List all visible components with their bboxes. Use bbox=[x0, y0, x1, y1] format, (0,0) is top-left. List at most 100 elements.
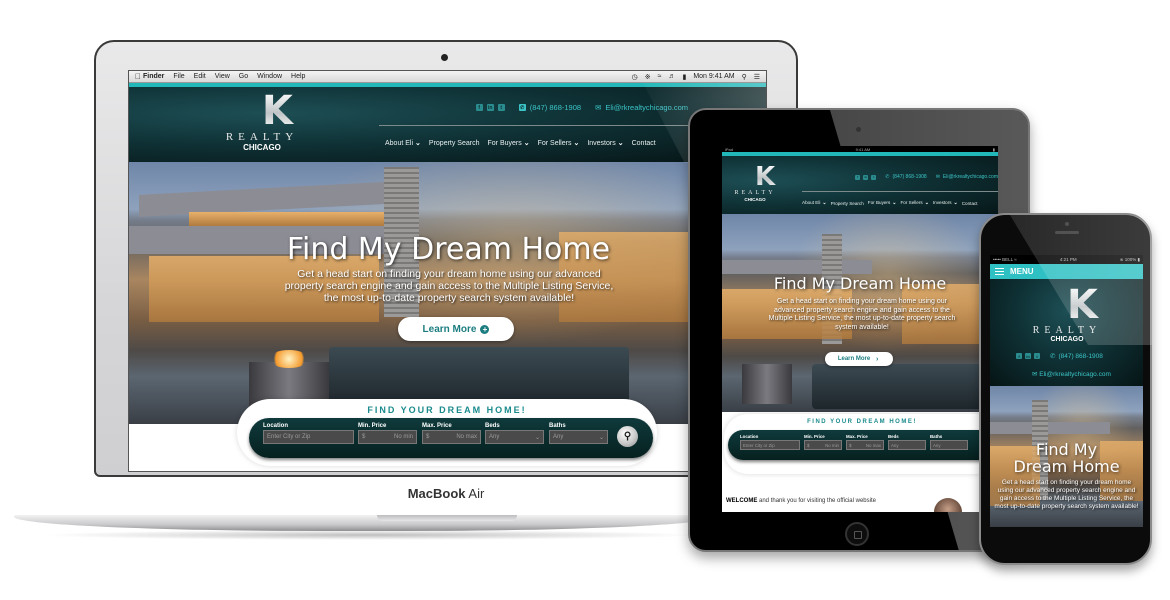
logo-monogram: RK bbox=[225, 91, 299, 131]
time-machine-icon[interactable]: ◷ bbox=[632, 73, 638, 81]
max-price-input[interactable]: $ No max bbox=[846, 440, 884, 450]
beds-select[interactable]: Any ⌄ bbox=[485, 430, 544, 444]
max-price-input[interactable]: $ No max bbox=[422, 430, 481, 444]
nav-for-buyers[interactable]: For Buyers ⌄ bbox=[868, 200, 897, 206]
mac-menubar:  Finder File Edit View Go Window Help ◷… bbox=[129, 71, 766, 83]
header-phone-link[interactable]: (847) 868-1908 bbox=[893, 174, 927, 180]
menubar-window[interactable]: Window bbox=[257, 73, 282, 80]
header-email-link[interactable]: Eli@rkrealtychicago.com bbox=[1039, 371, 1111, 378]
location-input[interactable]: Enter City or Zip bbox=[740, 440, 800, 450]
site-logo[interactable]: RK REALTY CHICAGO bbox=[1028, 285, 1106, 344]
apple-menu-icon[interactable]:  bbox=[135, 72, 143, 81]
hero-banner: Find My Dream Home Get a head start on f… bbox=[722, 214, 998, 412]
logo-city-text: CHICAGO bbox=[1050, 336, 1084, 343]
phone-screen: ••••• BELL ≈ 4:21 PM ※ 100% ▮ MENU RK RE… bbox=[990, 255, 1143, 527]
tablet-home-button[interactable] bbox=[845, 522, 869, 546]
baths-field: Baths Any ⌄ bbox=[549, 423, 608, 444]
baths-select[interactable]: Any ⌄ bbox=[549, 430, 608, 444]
site-logo[interactable]: RK REALTY CHICAGO bbox=[225, 91, 299, 152]
learn-more-button[interactable]: Learn More + bbox=[398, 317, 514, 341]
location-input[interactable]: Enter City or Zip bbox=[263, 430, 354, 444]
menubar-view[interactable]: View bbox=[215, 73, 230, 80]
twitter-icon[interactable]: t bbox=[1034, 353, 1040, 359]
facebook-icon[interactable]: f bbox=[1016, 353, 1022, 359]
hero-subtitle: Get a head start on finding your dream h… bbox=[284, 268, 614, 304]
bluetooth-icon[interactable]: ※ bbox=[645, 73, 651, 81]
welcome-text: WELCOME and thank you for visiting the o… bbox=[726, 498, 876, 504]
hero-image-pool bbox=[329, 347, 629, 407]
nav-contact[interactable]: Contact bbox=[632, 140, 656, 147]
spotlight-search-icon[interactable]: ⚲ bbox=[742, 73, 747, 81]
mobile-menu-button[interactable]: MENU bbox=[990, 264, 1143, 279]
search-form: Location Enter City or Zip Min. Price $ N… bbox=[249, 418, 653, 458]
search-widget-title: FIND YOUR DREAM HOME! bbox=[367, 405, 527, 415]
chevron-down-icon: ⌄ bbox=[523, 140, 530, 147]
menubar-help[interactable]: Help bbox=[291, 73, 305, 80]
notification-center-icon[interactable]: ☰ bbox=[754, 73, 760, 81]
menubar-clock[interactable]: Mon 9:41 AM bbox=[693, 73, 734, 80]
phone-carrier: ••••• BELL ≈ bbox=[993, 257, 1017, 262]
twitter-icon[interactable]: t bbox=[871, 174, 877, 180]
menubar-app-name[interactable]: Finder bbox=[143, 73, 164, 80]
nav-contact[interactable]: Contact bbox=[962, 201, 978, 206]
baths-select[interactable]: Any bbox=[930, 440, 968, 450]
menubar-edit[interactable]: Edit bbox=[194, 73, 206, 80]
laptop-camera bbox=[441, 54, 448, 61]
hero-image-roof bbox=[990, 422, 1110, 434]
twitter-icon[interactable]: t bbox=[497, 104, 505, 111]
nav-investors[interactable]: Investors ⌄ bbox=[587, 139, 623, 147]
search-button[interactable]: ⚲ bbox=[617, 426, 638, 447]
header-phone-link[interactable]: (847) 868-1908 bbox=[530, 103, 581, 112]
nav-property-search[interactable]: Property Search bbox=[831, 201, 864, 206]
volume-icon[interactable]: ♬ bbox=[668, 73, 675, 80]
nav-about-eli[interactable]: About Eli ⌄ bbox=[802, 200, 827, 206]
linkedin-icon[interactable]: in bbox=[863, 174, 869, 180]
menubar-go[interactable]: Go bbox=[239, 73, 248, 80]
nav-about-eli[interactable]: About Eli ⌄ bbox=[385, 139, 421, 147]
max-price-field: Max. Price $ No max bbox=[846, 434, 884, 450]
linkedin-icon[interactable]: in bbox=[1025, 353, 1031, 359]
facebook-icon[interactable]: f bbox=[475, 104, 483, 111]
hero-title: Find My Dream Home bbox=[286, 232, 611, 267]
phone-status-bar: ••••• BELL ≈ 4:21 PM ※ 100% ▮ bbox=[990, 255, 1143, 264]
beds-select[interactable]: Any bbox=[888, 440, 926, 450]
nav-property-search[interactable]: Property Search bbox=[429, 140, 480, 147]
linkedin-icon[interactable]: in bbox=[486, 104, 494, 111]
hero-banner: Find My Dream Home Get a head start on fi… bbox=[990, 386, 1143, 527]
hero-title: Find My Dream Home bbox=[1013, 440, 1120, 476]
chevron-down-icon: ⌄ bbox=[822, 200, 827, 206]
nav-for-buyers[interactable]: For Buyers ⌄ bbox=[488, 139, 530, 147]
nav-investors[interactable]: Investors ⌄ bbox=[933, 200, 958, 206]
nav-for-sellers[interactable]: For Sellers ⌄ bbox=[900, 200, 928, 206]
location-field: Location Enter City or Zip bbox=[263, 423, 354, 444]
chevron-down-icon: ⌄ bbox=[617, 140, 624, 147]
battery-icon[interactable]: ▮ bbox=[682, 73, 686, 81]
select-arrow-icon: ⌄ bbox=[598, 434, 604, 441]
logo-city-text: CHICAGO bbox=[744, 197, 766, 202]
header-email-link[interactable]: Eli@rkrealtychicago.com bbox=[605, 103, 688, 112]
wifi-icon[interactable]: ≈ bbox=[658, 73, 662, 80]
facebook-icon[interactable]: f bbox=[855, 174, 861, 180]
nav-for-sellers[interactable]: For Sellers ⌄ bbox=[538, 139, 580, 147]
main-nav: About Eli ⌄ Property Search For Buyers ⌄ F… bbox=[385, 139, 656, 148]
learn-more-button[interactable]: Learn More › bbox=[825, 352, 893, 366]
header-phone-link[interactable]: (847) 868-1908 bbox=[1058, 353, 1102, 360]
hero-image-roof bbox=[722, 260, 872, 274]
min-price-input[interactable]: $ No min bbox=[804, 440, 842, 450]
header-email-link[interactable]: Eli@rkrealtychicago.com bbox=[943, 174, 998, 180]
chevron-right-icon: › bbox=[876, 355, 879, 363]
logo-city-text: CHICAGO bbox=[243, 143, 281, 152]
mail-icon: ✉ bbox=[1032, 371, 1040, 378]
mail-icon: ✉ bbox=[595, 103, 602, 112]
phone-speaker bbox=[1055, 231, 1079, 234]
min-price-input[interactable]: $ No min bbox=[358, 430, 417, 444]
site-logo[interactable]: RK REALTY CHICAGO bbox=[732, 164, 778, 202]
tablet-device-name: iPad bbox=[725, 146, 734, 152]
phone-clock: 4:21 PM bbox=[1059, 257, 1077, 262]
phone-camera bbox=[1065, 222, 1069, 226]
battery-icon: ▮ bbox=[1137, 256, 1140, 262]
wifi-icon: ≈ bbox=[1014, 257, 1017, 262]
battery-icon: ▮ bbox=[992, 146, 995, 152]
menubar-file[interactable]: File bbox=[173, 73, 184, 80]
property-search-widget: FIND YOUR DREAM HOME! Location Enter Cit… bbox=[237, 399, 657, 466]
